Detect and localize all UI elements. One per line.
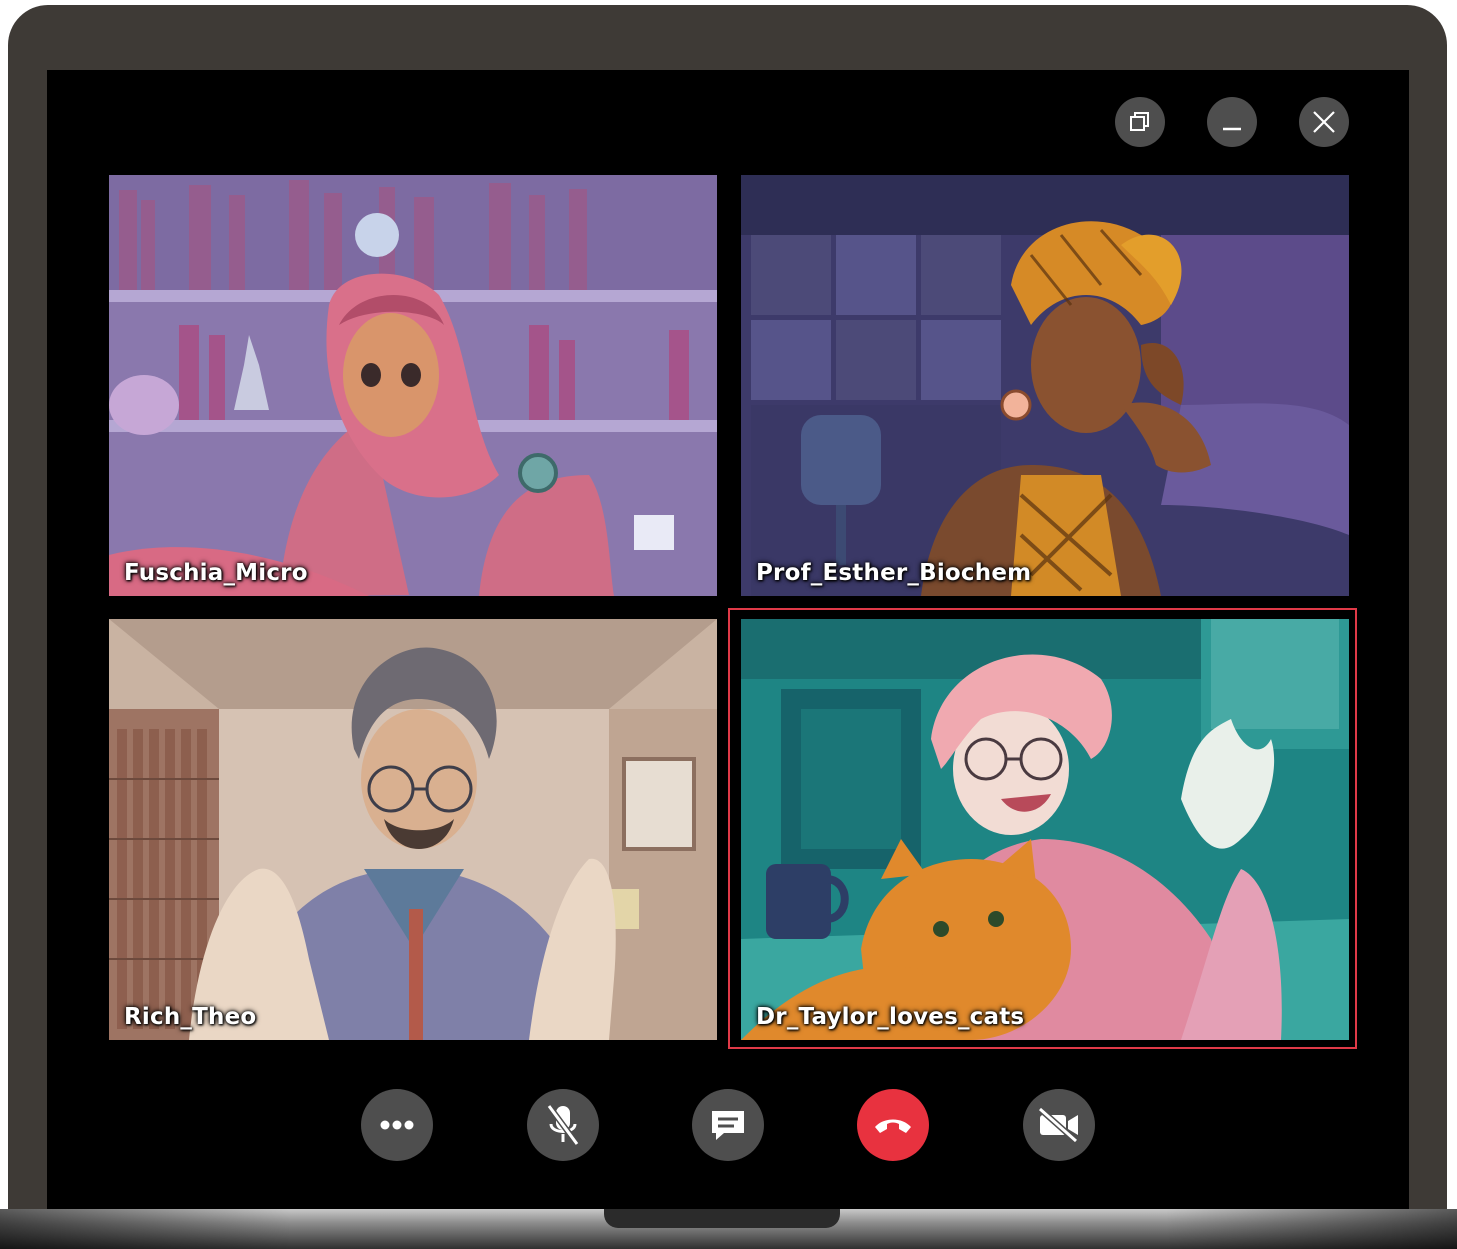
toggle-camera-button[interactable] bbox=[1023, 1089, 1095, 1161]
active-speaker-highlight bbox=[728, 608, 1357, 1049]
camera-off-icon bbox=[1038, 1107, 1078, 1143]
restore-window-button[interactable] bbox=[1115, 97, 1165, 147]
restore-icon bbox=[1130, 112, 1149, 131]
laptop-hinge-notch bbox=[604, 1209, 840, 1228]
minimize-icon bbox=[1223, 127, 1241, 131]
participant-video-feed bbox=[109, 619, 717, 1040]
participant-video-feed bbox=[741, 175, 1349, 596]
end-call-icon bbox=[875, 1119, 911, 1133]
participant-name: Prof_Esther_Biochem bbox=[756, 560, 1032, 586]
more-options-icon bbox=[380, 1120, 414, 1130]
microphone-muted-icon bbox=[546, 1104, 580, 1146]
chat-icon bbox=[712, 1111, 744, 1140]
chat-button[interactable] bbox=[692, 1089, 764, 1161]
participant-name: Fuschia_Micro bbox=[124, 560, 308, 586]
participant-tile[interactable]: Fuschia_Micro bbox=[109, 175, 717, 596]
end-call-button[interactable] bbox=[857, 1089, 929, 1161]
more-options-button[interactable] bbox=[361, 1089, 433, 1161]
participant-video-feed bbox=[109, 175, 717, 596]
close-window-button[interactable] bbox=[1299, 97, 1349, 147]
participant-tile[interactable]: Rich_Theo bbox=[109, 619, 717, 1040]
participant-tile[interactable]: Prof_Esther_Biochem bbox=[741, 175, 1349, 596]
mute-microphone-button[interactable] bbox=[527, 1089, 599, 1161]
minimize-window-button[interactable] bbox=[1207, 97, 1257, 147]
participant-name: Rich_Theo bbox=[124, 1004, 257, 1030]
close-icon bbox=[1313, 111, 1335, 133]
